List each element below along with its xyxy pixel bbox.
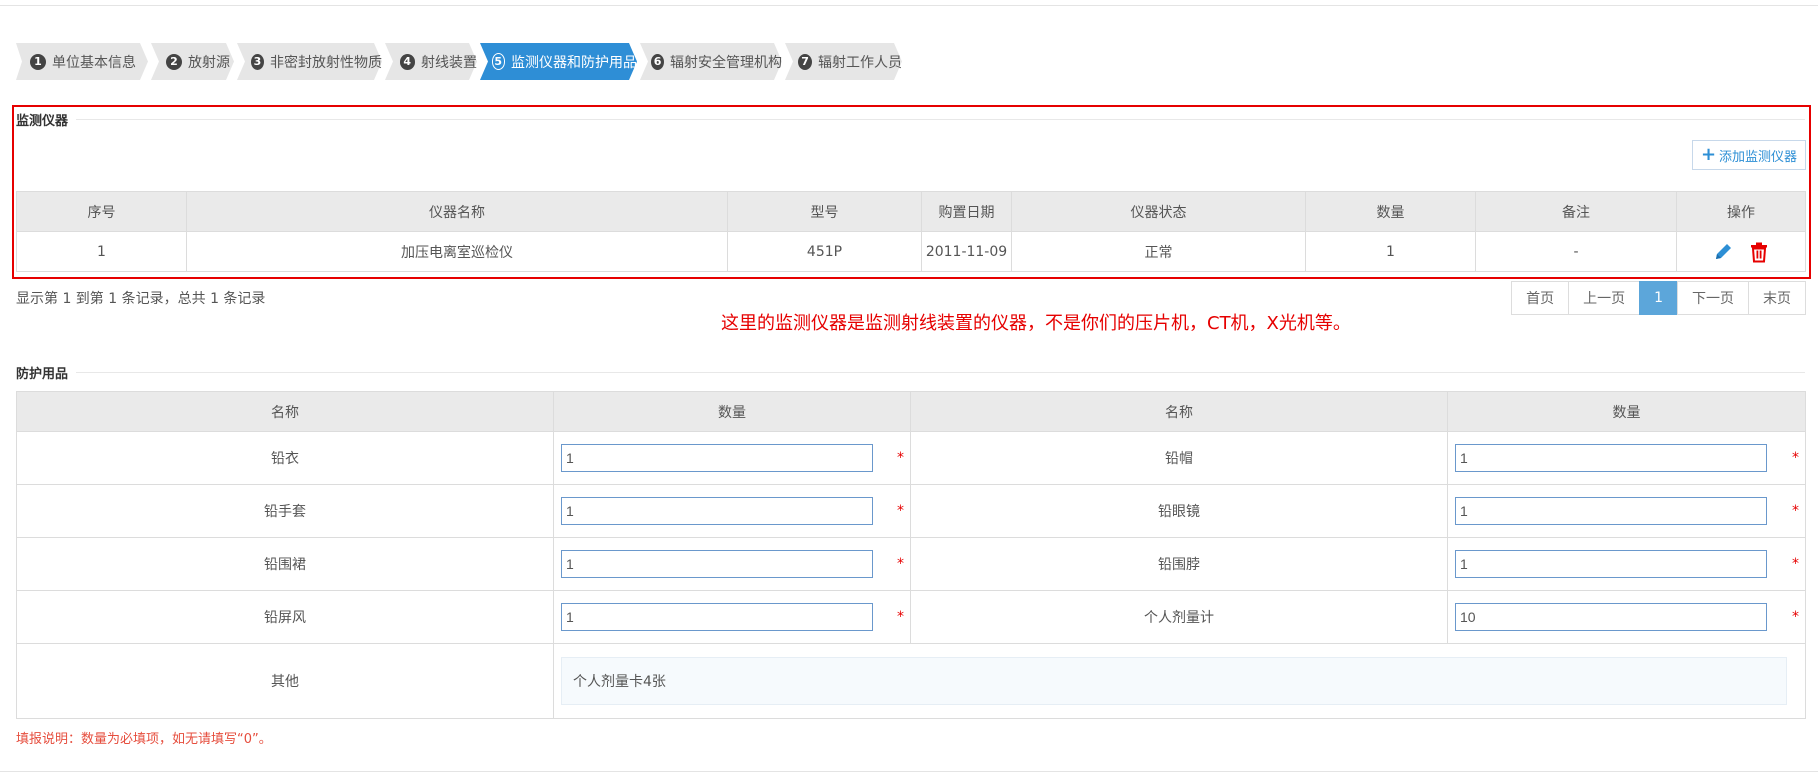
step-label: 射线装置 (421, 54, 477, 71)
section-divider (76, 372, 1805, 373)
col-header: 数量 (553, 391, 911, 432)
item-name: 铅手套 (16, 484, 554, 538)
step-number: 2 (166, 53, 182, 70)
step-staff[interactable]: 7 辐射工作人员 (785, 43, 902, 80)
pagination: 首页 上一页 1 下一页 末页 (1511, 281, 1806, 315)
pager-first[interactable]: 首页 (1511, 281, 1570, 315)
lead-apron-qty-input[interactable] (561, 550, 873, 578)
step-safety-org[interactable]: 6 辐射安全管理机构 (640, 43, 782, 80)
qty-cell: * (553, 431, 911, 485)
annotation-highlight-box (12, 105, 1811, 279)
table-row: 其他 个人剂量卡4张 (16, 643, 1806, 719)
required-mark: * (1792, 609, 1799, 625)
lead-collar-qty-input[interactable] (1455, 550, 1767, 578)
item-name: 铅围裙 (16, 537, 554, 591)
table-row: 铅手套 * 铅眼镜 * (16, 484, 1806, 538)
records-info: 显示第 1 到第 1 条记录，总共 1 条记录 (16, 291, 266, 307)
lead-gloves-qty-input[interactable] (561, 497, 873, 525)
qty-cell: * (553, 484, 911, 538)
qty-cell: * (1447, 484, 1806, 538)
item-name: 铅围脖 (910, 537, 1448, 591)
protect-table: 名称 数量 名称 数量 铅衣 * 铅帽 * 铅手套 * 铅眼镜 * 铅围裙 * … (16, 391, 1806, 719)
item-name: 铅眼镜 (910, 484, 1448, 538)
required-mark: * (897, 556, 904, 572)
step-number: 3 (250, 53, 264, 70)
lead-screen-qty-input[interactable] (561, 603, 873, 631)
required-mark: * (1792, 450, 1799, 466)
table-row: 铅屏风 * 个人剂量计 * (16, 590, 1806, 644)
qty-cell: * (1447, 590, 1806, 644)
step-unsealed-material[interactable]: 3 非密封放射性物质 (237, 43, 382, 80)
pager-current[interactable]: 1 (1639, 281, 1678, 315)
lead-cap-qty-input[interactable] (1455, 444, 1767, 472)
step-label: 放射源 (188, 54, 230, 71)
item-name: 铅帽 (910, 431, 1448, 485)
item-name: 铅衣 (16, 431, 554, 485)
item-name: 铅屏风 (16, 590, 554, 644)
step-label: 辐射工作人员 (818, 54, 902, 71)
col-header: 名称 (16, 391, 554, 432)
pager-last[interactable]: 末页 (1748, 281, 1806, 315)
step-number: 4 (399, 53, 415, 70)
step-number: 1 (30, 53, 46, 70)
required-mark: * (897, 609, 904, 625)
annotation-text: 这里的监测仪器是监测射线装置的仪器，不是你们的压片机，CT机，X光机等。 (721, 313, 1351, 334)
required-mark: * (897, 503, 904, 519)
step-number: 5 (491, 53, 505, 70)
step-label: 辐射安全管理机构 (670, 54, 782, 71)
table-row: 铅衣 * 铅帽 * (16, 431, 1806, 485)
step-label: 单位基本信息 (52, 54, 136, 71)
other-cell: 个人剂量卡4张 (553, 643, 1806, 719)
other-textarea[interactable]: 个人剂量卡4张 (561, 657, 1787, 705)
col-header: 数量 (1447, 391, 1806, 432)
lead-glasses-qty-input[interactable] (1455, 497, 1767, 525)
step-number: 7 (798, 53, 812, 70)
step-radiation-source[interactable]: 2 放射源 (151, 43, 234, 80)
col-header: 名称 (910, 391, 1448, 432)
pager-prev[interactable]: 上一页 (1568, 281, 1641, 315)
required-mark: * (1792, 503, 1799, 519)
item-name: 个人剂量计 (910, 590, 1448, 644)
item-name: 其他 (16, 643, 554, 719)
dosimeter-qty-input[interactable] (1455, 603, 1767, 631)
protect-section-title: 防护用品 (16, 367, 69, 382)
table-header-row: 名称 数量 名称 数量 (16, 391, 1806, 432)
table-row: 铅围裙 * 铅围脖 * (16, 537, 1806, 591)
step-ray-devices[interactable]: 4 射线装置 (385, 43, 477, 80)
qty-cell: * (553, 537, 911, 591)
step-unit-info[interactable]: 1 单位基本信息 (16, 43, 148, 80)
fill-note: 填报说明：数量为必填项，如无请填写“0”。 (16, 732, 272, 747)
step-label: 监测仪器和防护用品 (511, 54, 637, 71)
qty-cell: * (1447, 537, 1806, 591)
pager-next[interactable]: 下一页 (1677, 281, 1749, 315)
step-number: 6 (651, 53, 664, 70)
qty-cell: * (1447, 431, 1806, 485)
lead-coat-qty-input[interactable] (561, 444, 873, 472)
step-label: 非密封放射性物质 (270, 54, 382, 71)
required-mark: * (897, 450, 904, 466)
required-mark: * (1792, 556, 1799, 572)
qty-cell: * (553, 590, 911, 644)
step-monitor-protection[interactable]: 5 监测仪器和防护用品 (480, 43, 637, 80)
